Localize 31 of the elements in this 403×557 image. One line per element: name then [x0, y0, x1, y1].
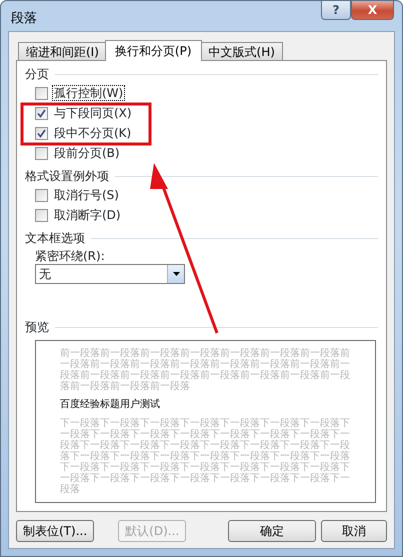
checkbox-label[interactable]: 取消断字(D) [52, 207, 123, 223]
dialog-button[interactable]: 取消 [321, 520, 387, 542]
caret-icon [172, 272, 180, 276]
preview-text: 下一段落下一段落下一段落下一段落下一段落下一段落下一段落下一段落下一段落下一段落下一段落下一段落下一段落下一段落下一段落下一段落下一段落下一段落下一段落下一段落下一段落下一段落下一段落下一段落下一段落下一段落下一段落下一段落下一段落下一段落下一段落下一段落下一段落下一段落下一段落下一段落下一段落下一段落下一段落下一段落下一段落下一段落下一段落下一段落 [60, 418, 351, 495]
section-title: 预览 [25, 319, 49, 336]
checkbox-label[interactable]: 段前分页(B) [52, 145, 122, 161]
checkbox[interactable] [35, 146, 48, 160]
checkbox[interactable] [35, 188, 48, 202]
checkbox[interactable] [35, 86, 48, 100]
section-title: 格式设置例外项 [25, 168, 109, 185]
dialog-button[interactable]: 确定 [228, 520, 316, 542]
checkbox[interactable] [35, 208, 48, 222]
checkbox[interactable] [35, 126, 48, 140]
preview-sample-text: 百度经验标题用户测试 [60, 399, 161, 410]
window-title: 段落 [10, 10, 38, 28]
close-button[interactable]: X [351, 1, 394, 20]
tab[interactable]: 缩进和间距(I) [18, 42, 107, 60]
preview-text: 前一段落前一段落前一段落前一段落前一段落前一段落前一段落前一段落前一段落前一段落前一段落前一段落前一段落前一段落前一段落前一段落前一段落前一段落前一段落前一段落前一段落前一段落前一段落前一段落前一段落 [60, 348, 351, 392]
dropdown[interactable]: 无 [35, 264, 185, 284]
dialog-button[interactable]: 制表位(T)... [16, 520, 94, 542]
field-label: 紧密环绕(R): [34, 248, 106, 264]
section-title: 文本框选项 [25, 230, 85, 247]
checkbox-label[interactable]: 段中不分页(K) [52, 125, 134, 141]
section-title: 分页 [25, 66, 49, 83]
checkbox-label[interactable]: 与下段同页(X) [52, 105, 134, 121]
checkbox[interactable] [35, 106, 48, 120]
checkbox-label[interactable]: 取消行号(S) [52, 187, 121, 203]
tab[interactable]: 换行和分页(P) [104, 40, 202, 61]
checkbox-label[interactable]: 孤行控制(W) [52, 85, 126, 101]
help-button[interactable]: ? [321, 1, 351, 20]
tab[interactable]: 中文版式(H) [200, 42, 283, 60]
